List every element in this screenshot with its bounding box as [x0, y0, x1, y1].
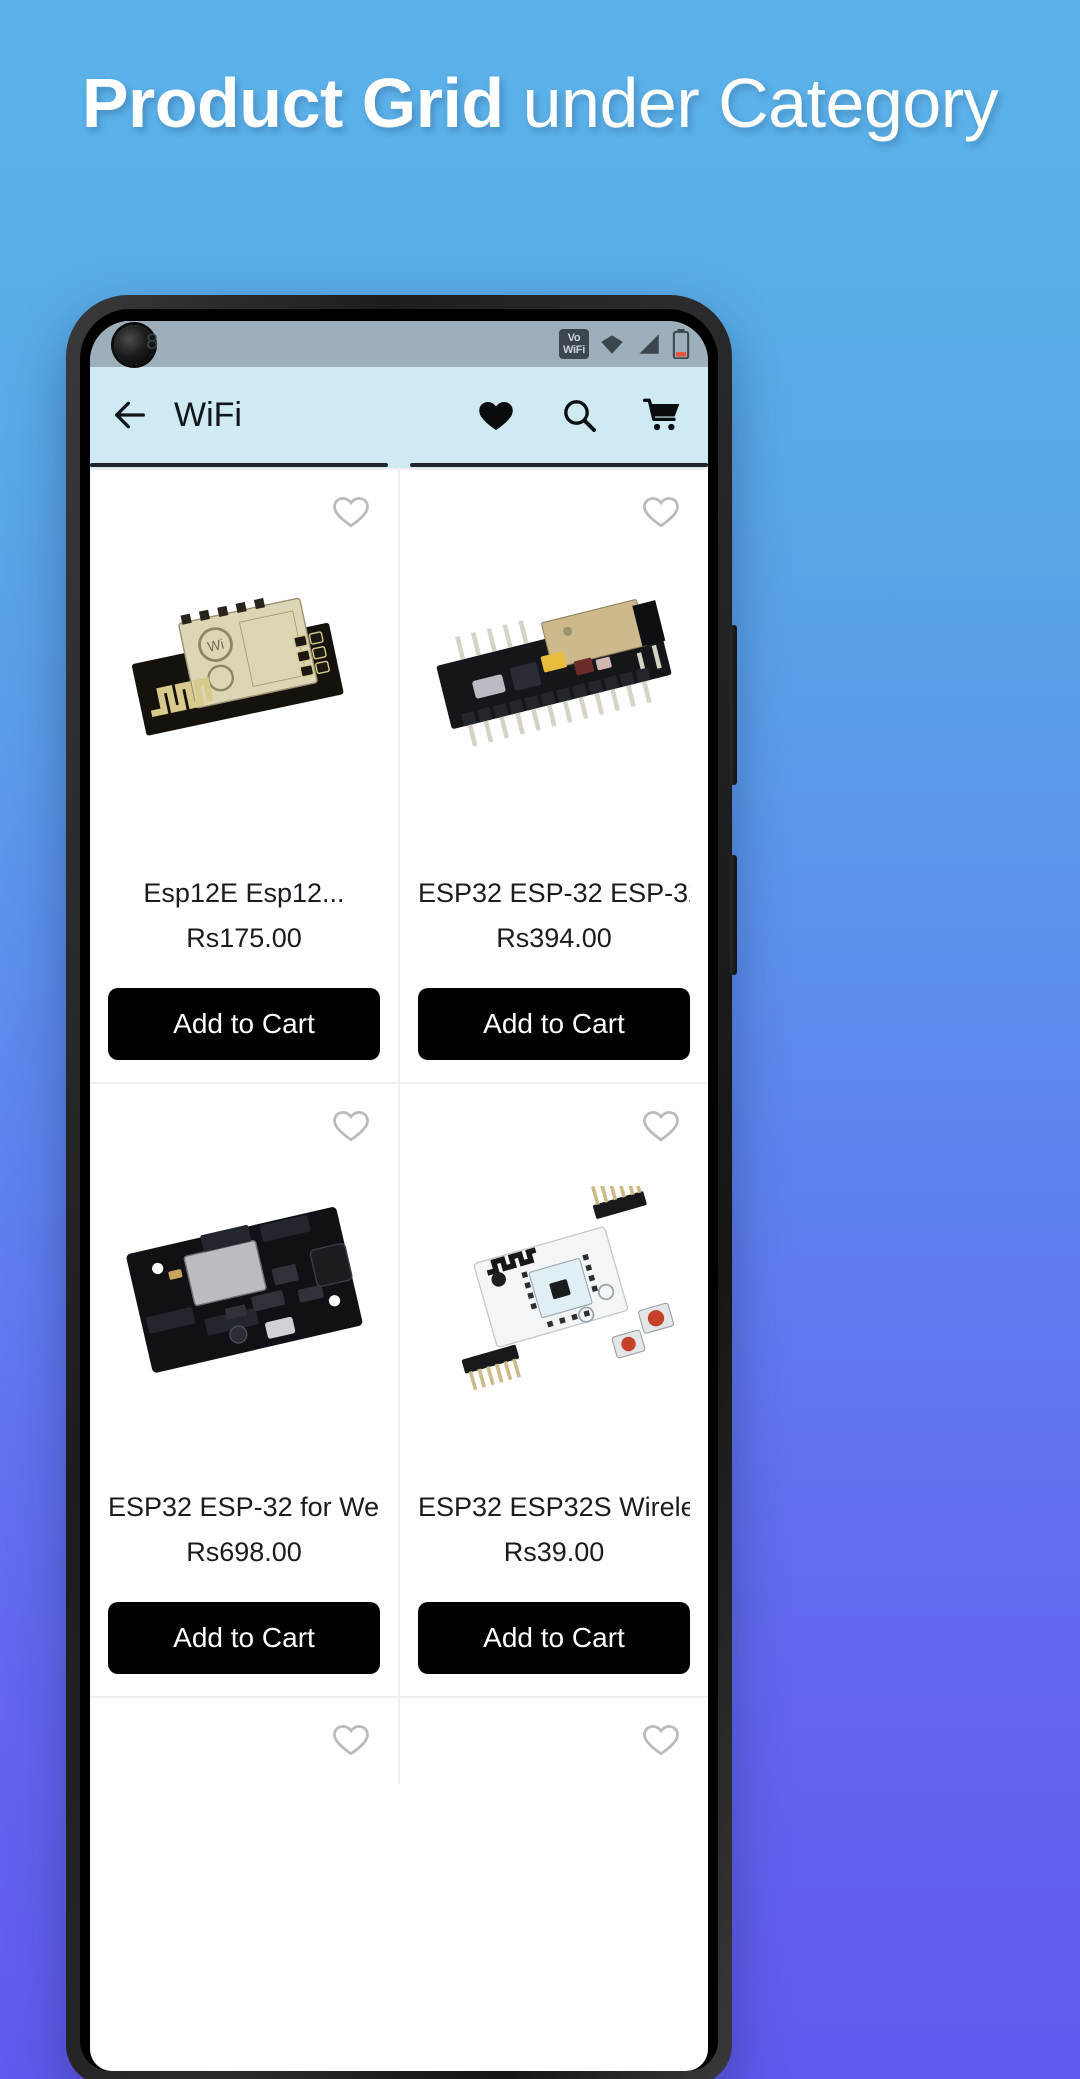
- app-bar: WiFi: [90, 367, 708, 463]
- product-name: ESP32 ESP32S Wireless...: [418, 1492, 690, 1522]
- favorite-heart-icon[interactable]: [330, 1104, 372, 1146]
- favorite-heart-icon[interactable]: [640, 1104, 682, 1146]
- status-icon-group: Vo WiFi: [559, 329, 690, 359]
- tab-indicator-left: [90, 463, 388, 467]
- favorite-heart-icon[interactable]: [330, 1718, 372, 1760]
- cart-icon[interactable]: [642, 395, 682, 435]
- favorite-heart-icon[interactable]: [330, 490, 372, 532]
- product-card[interactable]: [400, 1698, 708, 1784]
- product-card[interactable]: ESP32 ESP32S Wireless... Rs39.00 Add to …: [400, 1084, 708, 1696]
- phone-mockup: 8 Vo WiFi WiFi Wi Esp12E Esp12... Rs175.…: [66, 295, 737, 2079]
- add-to-cart-button[interactable]: Add to Cart: [418, 988, 690, 1060]
- app-bar-actions: [476, 395, 686, 435]
- add-to-cart-button[interactable]: Add to Cart: [418, 1602, 690, 1674]
- cellular-signal-icon: [639, 334, 659, 354]
- page-title-normal: under Category: [503, 64, 999, 142]
- back-arrow-icon[interactable]: [110, 395, 150, 435]
- product-card[interactable]: ESP32 ESP-32 ESP-32S E... Rs394.00 Add t…: [400, 470, 708, 1082]
- page-title: Product Grid under Category: [0, 62, 1080, 145]
- search-icon[interactable]: [559, 395, 599, 435]
- add-to-cart-button[interactable]: Add to Cart: [108, 988, 380, 1060]
- tab-indicator-gap: [388, 463, 410, 467]
- favorite-heart-icon[interactable]: [640, 490, 682, 532]
- product-image: [108, 1128, 380, 1448]
- product-image: [418, 514, 690, 834]
- product-card[interactable]: [90, 1698, 398, 1784]
- favorite-heart-icon[interactable]: [640, 1718, 682, 1760]
- product-card[interactable]: ESP32 ESP-32 for Wemo... Rs698.00 Add to…: [90, 1084, 398, 1696]
- svg-text:Wi: Wi: [206, 635, 225, 654]
- product-grid: Wi Esp12E Esp12... Rs175.00 Add to Cart …: [90, 468, 708, 1784]
- wifi-icon: [601, 335, 623, 354]
- product-image: [418, 1128, 690, 1448]
- product-price: Rs394.00: [496, 923, 612, 953]
- product-name: ESP32 ESP-32 for Wemo...: [108, 1492, 380, 1522]
- favorites-icon[interactable]: [476, 395, 516, 435]
- vowifi-icon: Vo WiFi: [559, 329, 589, 359]
- vowifi-line1: Vo: [567, 332, 581, 344]
- tab-indicator-right: [410, 463, 708, 467]
- product-card[interactable]: Wi Esp12E Esp12... Rs175.00 Add to Cart: [90, 470, 398, 1082]
- add-to-cart-button[interactable]: Add to Cart: [108, 1602, 380, 1674]
- volume-button[interactable]: [730, 625, 737, 785]
- product-image: Wi: [108, 514, 380, 834]
- page-title-bold: Product Grid: [81, 64, 504, 142]
- power-button[interactable]: [730, 855, 737, 975]
- product-name: Esp12E Esp12...: [143, 878, 345, 908]
- battery-low-icon: [672, 329, 690, 359]
- product-price: Rs39.00: [503, 1537, 605, 1567]
- phone-screen: 8 Vo WiFi WiFi Wi Esp12E Esp12... Rs175.…: [90, 321, 708, 2071]
- status-clock: 8: [146, 329, 159, 354]
- status-bar: 8 Vo WiFi: [90, 321, 708, 367]
- product-price: Rs175.00: [186, 923, 302, 953]
- vowifi-line2: WiFi: [563, 344, 585, 356]
- product-price: Rs698.00: [186, 1537, 302, 1567]
- phone-bezel: 8 Vo WiFi WiFi Wi Esp12E Esp12... Rs175.…: [80, 309, 718, 2071]
- app-bar-title: WiFi: [174, 395, 242, 434]
- product-name: ESP32 ESP-32 ESP-32S E...: [418, 878, 690, 908]
- promo-screenshot: Product Grid under Category 8 Vo WiFi Wi…: [0, 0, 1080, 2079]
